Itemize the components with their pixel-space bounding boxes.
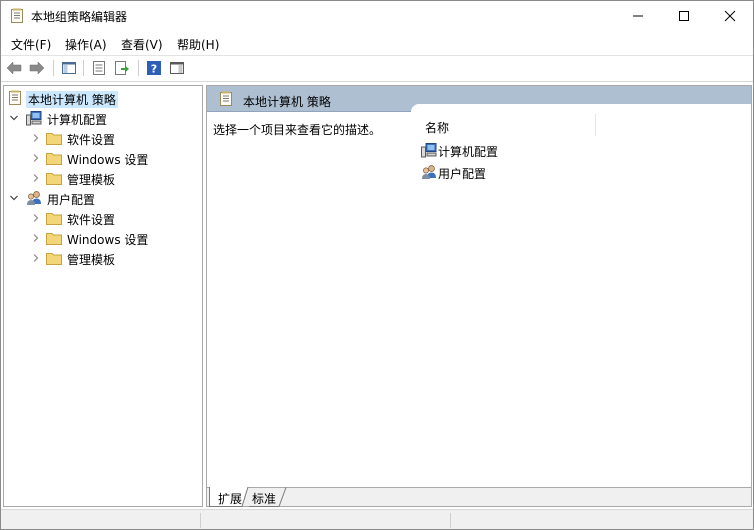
list-item-user-config[interactable]: 用户配置 — [421, 162, 621, 182]
tree-pane[interactable]: 本地计算机 策略 计算机配置 软件设置 Windows 设置 管理模板 用户配置… — [3, 85, 203, 507]
svg-text:?: ? — [151, 63, 157, 76]
tree-item-computer-config[interactable]: 计算机配置 — [4, 108, 202, 128]
forward-arrow-icon — [29, 61, 45, 75]
tab-label: 标准 — [252, 492, 277, 506]
help-button[interactable]: ? — [145, 59, 163, 77]
close-button[interactable] — [707, 1, 753, 31]
export-list-icon — [115, 61, 129, 75]
tree-label: Windows 设置 — [67, 233, 149, 247]
forward-button[interactable] — [28, 59, 46, 77]
tree-label: Windows 设置 — [67, 153, 149, 167]
tree-root-local-policy[interactable]: 本地计算机 策略 — [4, 88, 202, 108]
view-tabs: 扩展 标准 — [207, 487, 751, 507]
status-bar — [1, 509, 753, 529]
folder-icon — [46, 233, 62, 245]
title-bar[interactable]: 本地组策略编辑器 — [1, 1, 753, 31]
maximize-icon — [679, 11, 689, 21]
item-list[interactable]: 名称 计算机配置 用户配置 — [411, 104, 751, 487]
toolbar-divider — [1, 81, 753, 82]
tab-extended[interactable]: 扩展 — [209, 487, 249, 507]
show-hide-tree-button[interactable] — [60, 59, 78, 77]
users-icon — [27, 191, 41, 205]
list-item-label: 用户配置 — [438, 167, 487, 181]
tree-label: 软件设置 — [67, 133, 116, 147]
policy-document-icon — [220, 91, 232, 106]
chevron-down-icon[interactable] — [10, 114, 18, 122]
menu-file[interactable]: 文件(F) — [11, 36, 51, 53]
tree-item-software-settings[interactable]: 软件设置 — [4, 128, 202, 148]
show-hide-tree-icon — [62, 62, 76, 74]
description-panel: 选择一个项目来查看它的描述。 — [207, 112, 411, 487]
tree-label: 本地计算机 策略 — [26, 91, 118, 108]
computer-icon — [26, 111, 42, 126]
tab-standard[interactable]: 标准 — [243, 487, 287, 507]
chevron-down-icon[interactable] — [10, 194, 18, 202]
back-button[interactable] — [5, 59, 23, 77]
back-arrow-icon — [6, 61, 22, 75]
folder-icon — [46, 133, 62, 145]
toolbar: ? — [1, 56, 753, 80]
minimize-button[interactable] — [615, 1, 661, 31]
help-icon: ? — [147, 61, 161, 76]
policy-document-icon — [9, 90, 21, 105]
show-hide-action-pane-icon — [170, 62, 184, 74]
export-list-button[interactable] — [113, 59, 131, 77]
chevron-right-icon[interactable] — [32, 174, 40, 182]
toolbar-separator — [53, 60, 54, 76]
show-hide-action-pane-button[interactable] — [168, 59, 186, 77]
tree-item-admin-templates[interactable]: 管理模板 — [4, 168, 202, 188]
chevron-right-icon[interactable] — [32, 154, 40, 162]
users-icon — [422, 165, 436, 179]
chevron-right-icon[interactable] — [32, 134, 40, 142]
column-divider[interactable] — [595, 114, 596, 136]
properties-icon — [93, 61, 105, 75]
tree-item-windows-settings[interactable]: Windows 设置 — [4, 148, 202, 168]
tree-label: 用户配置 — [47, 193, 96, 207]
list-item-label: 计算机配置 — [438, 145, 499, 159]
minimize-icon — [633, 15, 643, 17]
description-text: 选择一个项目来查看它的描述。 — [213, 123, 382, 137]
tree-label: 软件设置 — [67, 213, 116, 227]
properties-button[interactable] — [90, 59, 108, 77]
toolbar-separator — [83, 60, 84, 76]
computer-icon — [421, 143, 437, 158]
tree-label: 管理模板 — [67, 253, 116, 267]
menu-help[interactable]: 帮助(H) — [177, 36, 219, 53]
tree-label: 计算机配置 — [47, 113, 108, 127]
chevron-right-icon[interactable] — [32, 214, 40, 222]
window-title: 本地组策略编辑器 — [31, 10, 128, 24]
details-header-title: 本地计算机 策略 — [243, 95, 331, 109]
status-segment — [1, 513, 201, 528]
toolbar-separator — [138, 60, 139, 76]
list-item-computer-config[interactable]: 计算机配置 — [421, 140, 621, 160]
gpedit-window: 本地组策略编辑器 文件(F) 操作(A) 查看(V) 帮助(H) ? 本地计算机… — [0, 0, 754, 530]
column-header-name[interactable]: 名称 — [425, 119, 449, 136]
menu-bar: 文件(F) 操作(A) 查看(V) 帮助(H) — [1, 33, 753, 53]
folder-icon — [46, 153, 62, 165]
menu-action[interactable]: 操作(A) — [65, 36, 107, 53]
folder-icon — [46, 253, 62, 265]
policy-document-icon — [11, 8, 23, 23]
chevron-right-icon[interactable] — [32, 234, 40, 242]
tree-item-user-config[interactable]: 用户配置 — [4, 188, 202, 208]
close-icon — [724, 10, 736, 22]
folder-icon — [46, 173, 62, 185]
tree-item-windows-settings[interactable]: Windows 设置 — [4, 228, 202, 248]
chevron-right-icon[interactable] — [32, 254, 40, 262]
maximize-button[interactable] — [661, 1, 707, 31]
details-pane: 本地计算机 策略 选择一个项目来查看它的描述。 名称 计算机配置 用户配置 扩展… — [206, 85, 752, 507]
menu-view[interactable]: 查看(V) — [121, 36, 163, 53]
folder-icon — [46, 213, 62, 225]
tree-item-admin-templates[interactable]: 管理模板 — [4, 248, 202, 268]
status-segment — [201, 513, 451, 528]
tree-label: 管理模板 — [67, 173, 116, 187]
tree-item-software-settings[interactable]: 软件设置 — [4, 208, 202, 228]
tab-label: 扩展 — [218, 492, 243, 506]
